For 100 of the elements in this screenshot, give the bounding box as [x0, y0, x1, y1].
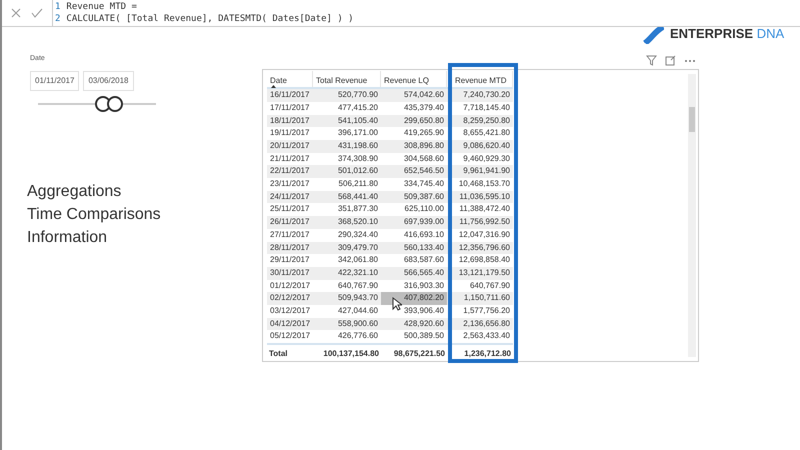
- table-cell-text: 351,877.30: [336, 203, 379, 216]
- table-cell-text: 368,520.10: [336, 216, 379, 228]
- table-cell-text: 309,479.70: [336, 242, 379, 254]
- more-options-icon[interactable]: [684, 58, 696, 62]
- table-cell-text: 568,441.40: [336, 190, 379, 203]
- table-cell-text: 304,568.60: [402, 152, 445, 165]
- table-cell-text: 12,698,858.40: [458, 254, 511, 266]
- table-cell-text: 17/11/2017: [269, 102, 310, 114]
- table-cell-text: 334,745.40: [402, 178, 445, 190]
- close-icon[interactable]: [11, 8, 21, 18]
- table-cell-text: 342,061.80: [336, 254, 379, 266]
- table-cell-text: 500,389.50: [402, 330, 445, 342]
- table-cell-text: 316,903.30: [402, 280, 445, 292]
- table-cell-text: 21/11/2017: [269, 152, 310, 165]
- table-cell-text: 625,110.00: [404, 203, 445, 216]
- table-cell-text: 290,324.40: [336, 228, 379, 241]
- sort-arrow-icon: [271, 85, 276, 88]
- table-cell-text: 566,565.40: [402, 266, 445, 279]
- table-cell: 407,802.20: [381, 292, 447, 305]
- column-header[interactable]: Revenue MTD: [447, 71, 513, 88]
- line-number: 1: [55, 1, 60, 13]
- table-cell-text: 1,150,711.60: [462, 292, 511, 304]
- table-cell-text: 7,240,730.20: [462, 89, 511, 102]
- table-cell-text: 7,718,145.40: [462, 102, 511, 114]
- table-cell-text: 20/11/2017: [269, 140, 310, 152]
- table-cell-text: 02/12/2017: [269, 292, 312, 304]
- table-cell-text: 299,650.80: [402, 114, 445, 127]
- table-cell-text: 426,776.60: [336, 330, 379, 342]
- table-cell-text: 11,388,472.40: [458, 203, 511, 216]
- total-cell-text: 98,675,221.50: [392, 348, 446, 360]
- menu-item[interactable]: Information: [27, 226, 161, 249]
- table-cell-text: 416,693.10: [402, 228, 445, 241]
- dna-helix-icon: [642, 24, 664, 44]
- table-cell-text: 393,906.40: [402, 304, 445, 317]
- table-cell-text: 2,136,656.80: [462, 318, 511, 330]
- end-date-field[interactable]: 03/06/2018: [83, 70, 134, 90]
- slider-handle[interactable]: [95, 96, 111, 112]
- formula-code: CALCULATE( [Total Revenue], DATESMTD( Dates[Date] ) ): [66, 13, 354, 25]
- table-cell-text: 18/11/2017: [269, 114, 310, 127]
- table-cell-text: 04/12/2017: [269, 318, 312, 330]
- table-cell-text: 509,943.70: [336, 292, 379, 304]
- line-number: 2: [55, 13, 60, 25]
- formula-code: Revenue MTD =: [66, 1, 137, 13]
- menu-item[interactable]: Aggregations: [27, 180, 161, 203]
- table-cell-text: 435,379.40: [402, 102, 445, 114]
- table-cell-text: 05/12/2017: [269, 330, 312, 342]
- focus-mode-icon[interactable]: [665, 55, 676, 66]
- total-cell-text: 1,236,712.80: [463, 348, 512, 360]
- column-header[interactable]: Total Revenue: [313, 71, 381, 88]
- table-cell-text: 509,387.60: [402, 190, 445, 203]
- table-cell-text: 308,896.80: [402, 140, 445, 152]
- table-cell-text: 560,133.40: [402, 242, 445, 254]
- table-cell-text: 23/11/2017: [269, 178, 310, 190]
- table-cell-text: 697,939.00: [402, 216, 445, 228]
- table-cell-text: 477,415.20: [336, 102, 379, 114]
- table-cell-text: 428,920.60: [402, 318, 445, 330]
- table-cell-text: 683,587.60: [402, 254, 445, 266]
- table-cell-text: 558,900.60: [336, 318, 379, 330]
- table-cell-text: 396,171.00: [336, 127, 379, 140]
- table-cell-text: 29/11/2017: [269, 254, 310, 266]
- table-cell-text: 01/12/2017: [269, 280, 312, 292]
- table-cell-text: 640,767.90: [336, 280, 379, 292]
- table-cell-text: 2,563,433.40: [462, 330, 511, 342]
- table-cell-text: 11,036,595.10: [458, 190, 511, 203]
- table-cell-text: 26/11/2017: [269, 216, 310, 228]
- total-cell-text: Total: [268, 348, 289, 360]
- column-header[interactable]: Date: [267, 71, 313, 88]
- start-date-field[interactable]: 01/11/2017: [30, 70, 80, 90]
- table-cell-text: 03/12/2017: [269, 304, 312, 317]
- menu-item[interactable]: Time Comparisons: [27, 203, 161, 226]
- table-cell-text: 12,356,796.60: [458, 242, 511, 254]
- table-cell-text: 24/11/2017: [269, 190, 310, 203]
- total-cell-text: 100,137,154.80: [322, 348, 380, 360]
- table-cell-text: 8,259,250.80: [462, 114, 511, 127]
- table-cell-text: 431,198.60: [336, 140, 379, 152]
- scrollbar[interactable]: [688, 74, 696, 357]
- table-cell-text: 11,756,992.50: [458, 216, 511, 228]
- table-cell-text: 574,042.60: [402, 89, 445, 102]
- table-cell-text: 1,577,756.20: [462, 304, 511, 317]
- table-cell-text: 9,961,941.90: [462, 165, 511, 178]
- table-cell-text: 501,012.60: [336, 165, 379, 178]
- table-cell-text: 422,321.10: [336, 266, 379, 279]
- check-icon[interactable]: [31, 8, 43, 18]
- table-cell-text: 520,770.90: [336, 89, 379, 102]
- table-cell-text: 10,468,153.70: [458, 178, 511, 190]
- table-cell-text: 419,265.90: [402, 127, 445, 140]
- column-header[interactable]: Revenue LQ: [381, 71, 447, 88]
- logo-text: ENTERPRISE DNA: [670, 25, 784, 44]
- table-cell-text: 27/11/2017: [269, 228, 310, 241]
- table-cell-text: 9,460,929.30: [462, 152, 511, 165]
- table-cell-text: 19/11/2017: [269, 127, 310, 140]
- table-cell-text: 640,767.90: [468, 280, 511, 292]
- filter-icon[interactable]: [646, 55, 657, 66]
- table-cell-text: 16/11/2017: [269, 89, 310, 102]
- slider-handle[interactable]: [107, 96, 123, 112]
- table-cell-text: 506,211.80: [338, 178, 379, 190]
- table-cell-text: 652,546.50: [402, 165, 445, 178]
- table-cell-text: 12,047,316.90: [458, 228, 511, 241]
- table-cell-text: 9,086,620.40: [462, 140, 511, 152]
- table-cell-text: 30/11/2017: [269, 266, 310, 279]
